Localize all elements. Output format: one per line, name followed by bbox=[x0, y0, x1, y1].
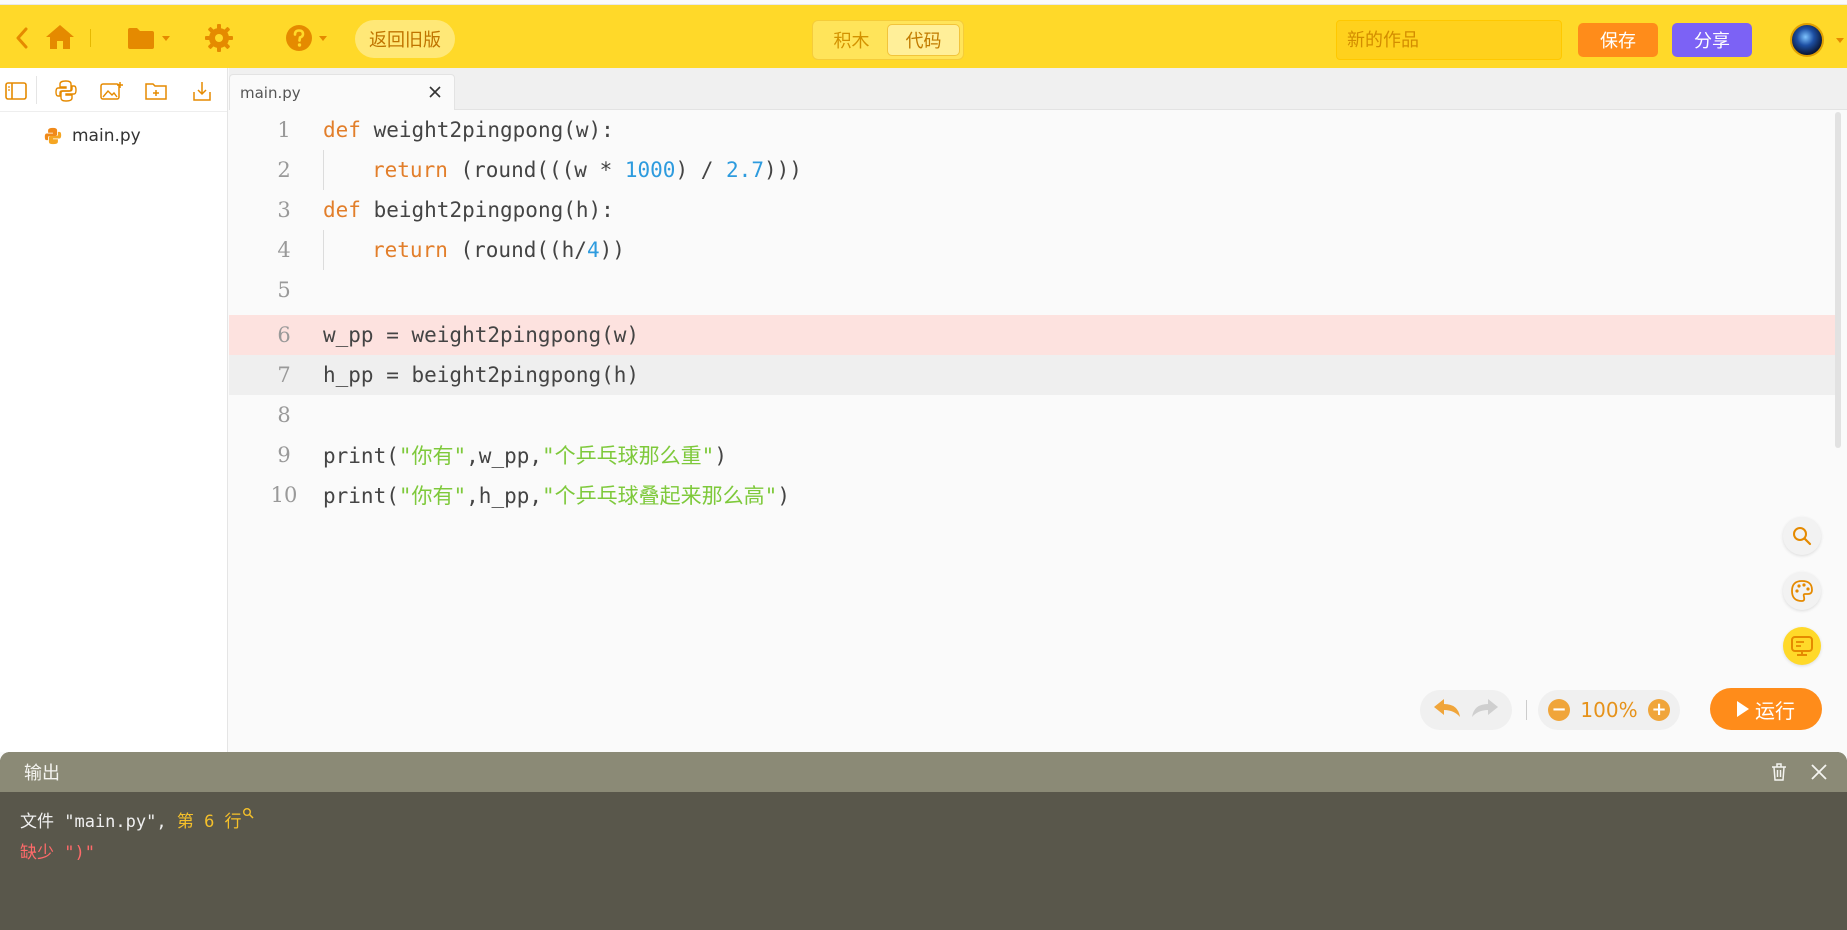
indent-guide bbox=[323, 150, 324, 190]
line-number: 4 bbox=[277, 238, 291, 262]
editor-scrollbar[interactable] bbox=[1835, 112, 1841, 448]
search-icon bbox=[1793, 527, 1812, 546]
file-sidebar: main.py bbox=[0, 68, 228, 752]
close-icon[interactable] bbox=[1808, 761, 1830, 783]
chevron-down-icon bbox=[319, 35, 327, 41]
gear-icon bbox=[205, 24, 233, 52]
line-number: 2 bbox=[277, 158, 291, 182]
mode-switch: 积木 代码 bbox=[812, 20, 964, 60]
run-label: 运行 bbox=[1755, 698, 1795, 723]
zoom-out-button[interactable]: − bbox=[1548, 699, 1570, 721]
search-button[interactable] bbox=[1783, 517, 1821, 555]
download-icon[interactable] bbox=[190, 80, 214, 102]
search-icon[interactable] bbox=[242, 808, 254, 832]
chevron-down-icon bbox=[162, 35, 170, 41]
tab-blocks[interactable]: 积木 bbox=[816, 24, 887, 56]
indent-guide bbox=[323, 230, 324, 270]
new-folder-icon[interactable] bbox=[145, 80, 169, 102]
trash-icon[interactable] bbox=[1768, 761, 1790, 783]
output-line: 文件 "main.py", 第 6 行 bbox=[20, 807, 254, 832]
chevron-down-icon[interactable] bbox=[1836, 38, 1844, 43]
tutorial-button[interactable] bbox=[1783, 627, 1821, 665]
code-text: def weight2pingpong(w): bbox=[323, 118, 614, 142]
tab-code[interactable]: 代码 bbox=[887, 24, 960, 56]
code-line-error[interactable]: 6 w_pp = weight2pingpong(w) bbox=[229, 315, 1837, 355]
project-title-input[interactable] bbox=[1336, 20, 1562, 60]
code-line[interactable]: 8 bbox=[229, 395, 1837, 435]
output-title: 输出 bbox=[24, 763, 60, 784]
code-text: return (round(((w * 1000) / 2.7))) bbox=[372, 158, 802, 182]
file-name: main.py bbox=[72, 126, 141, 146]
run-button[interactable]: 运行 bbox=[1710, 688, 1822, 730]
screen-icon bbox=[1791, 636, 1813, 656]
output-error-line: 缺少 ")" bbox=[20, 843, 95, 863]
sidebar-toolbar bbox=[0, 68, 227, 112]
code-text: h_pp = beight2pingpong(h) bbox=[323, 363, 640, 387]
line-number: 8 bbox=[277, 403, 291, 427]
code-editor[interactable]: 1 def weight2pingpong(w): 2 return (roun… bbox=[229, 110, 1839, 752]
history-controls bbox=[1420, 690, 1512, 730]
code-line[interactable]: 4 return (round((h/4)) bbox=[229, 230, 1837, 270]
tab-label: main.py bbox=[240, 83, 301, 102]
folder-icon bbox=[128, 28, 154, 49]
error-location-link[interactable]: 第 6 行 bbox=[177, 812, 242, 832]
line-number: 7 bbox=[277, 363, 291, 387]
share-button[interactable]: 分享 bbox=[1672, 23, 1752, 57]
add-image-icon[interactable] bbox=[100, 80, 124, 102]
return-old-version-button[interactable]: 返回旧版 bbox=[355, 20, 455, 58]
python-file-icon bbox=[44, 127, 62, 145]
toolbar-divider bbox=[1526, 700, 1527, 720]
redo-icon[interactable] bbox=[1470, 697, 1500, 723]
folder-menu-button[interactable] bbox=[120, 21, 176, 55]
back-arrow-icon[interactable] bbox=[12, 25, 32, 51]
code-line[interactable]: 5 bbox=[229, 270, 1837, 310]
zoom-controls: − 100% + bbox=[1538, 690, 1680, 730]
code-line[interactable]: 3 def beight2pingpong(h): bbox=[229, 190, 1837, 230]
palette-icon bbox=[1791, 580, 1813, 602]
code-line[interactable]: 10 print("你有",h_pp,"个乒乓球叠起来那么高") bbox=[229, 475, 1837, 515]
avatar[interactable] bbox=[1790, 23, 1824, 57]
zoom-level: 100% bbox=[1580, 698, 1638, 722]
code-text: return (round((h/4)) bbox=[372, 238, 625, 262]
code-text: w_pp = weight2pingpong(w) bbox=[323, 323, 640, 347]
code-text: print("你有",w_pp,"个乒乓球那么重") bbox=[323, 444, 727, 468]
line-number: 1 bbox=[277, 118, 291, 142]
code-line[interactable]: 9 print("你有",w_pp,"个乒乓球那么重") bbox=[229, 435, 1837, 475]
new-python-file-icon[interactable] bbox=[54, 80, 78, 102]
toolbar-divider bbox=[36, 76, 37, 104]
toolbar-divider bbox=[90, 29, 91, 47]
output-panel: 输出 文件 "main.py", 第 6 行 缺少 ")" bbox=[0, 752, 1847, 930]
save-button[interactable]: 保存 bbox=[1578, 23, 1658, 57]
output-header: 输出 bbox=[0, 752, 1847, 792]
home-icon[interactable] bbox=[40, 19, 80, 55]
editor-tab-bar: main.py bbox=[229, 68, 1847, 110]
zoom-in-button[interactable]: + bbox=[1648, 699, 1670, 721]
line-number: 9 bbox=[277, 443, 291, 467]
close-icon[interactable] bbox=[426, 83, 444, 101]
code-text: def beight2pingpong(h): bbox=[323, 198, 614, 222]
line-number: 3 bbox=[277, 198, 291, 222]
code-text: print("你有",h_pp,"个乒乓球叠起来那么高") bbox=[323, 484, 790, 508]
file-tree-item[interactable]: main.py bbox=[44, 120, 141, 152]
help-menu-button[interactable] bbox=[280, 21, 332, 55]
editor-tab-main[interactable]: main.py bbox=[229, 74, 455, 110]
help-icon bbox=[286, 25, 312, 51]
code-line-current[interactable]: 7 h_pp = beight2pingpong(h) bbox=[229, 355, 1837, 395]
line-number: 6 bbox=[277, 323, 291, 347]
code-line[interactable]: 2 return (round(((w * 1000) / 2.7))) bbox=[229, 150, 1837, 190]
settings-button[interactable] bbox=[200, 19, 238, 57]
line-number: 5 bbox=[277, 278, 291, 302]
theme-button[interactable] bbox=[1783, 572, 1821, 610]
undo-icon[interactable] bbox=[1432, 697, 1462, 723]
top-bar: 返回旧版 积木 代码 保存 分享 bbox=[0, 4, 1847, 68]
play-icon bbox=[1737, 701, 1749, 717]
toggle-sidebar-icon[interactable] bbox=[4, 80, 28, 102]
code-line[interactable]: 1 def weight2pingpong(w): bbox=[229, 110, 1837, 150]
line-number: 10 bbox=[270, 483, 298, 507]
